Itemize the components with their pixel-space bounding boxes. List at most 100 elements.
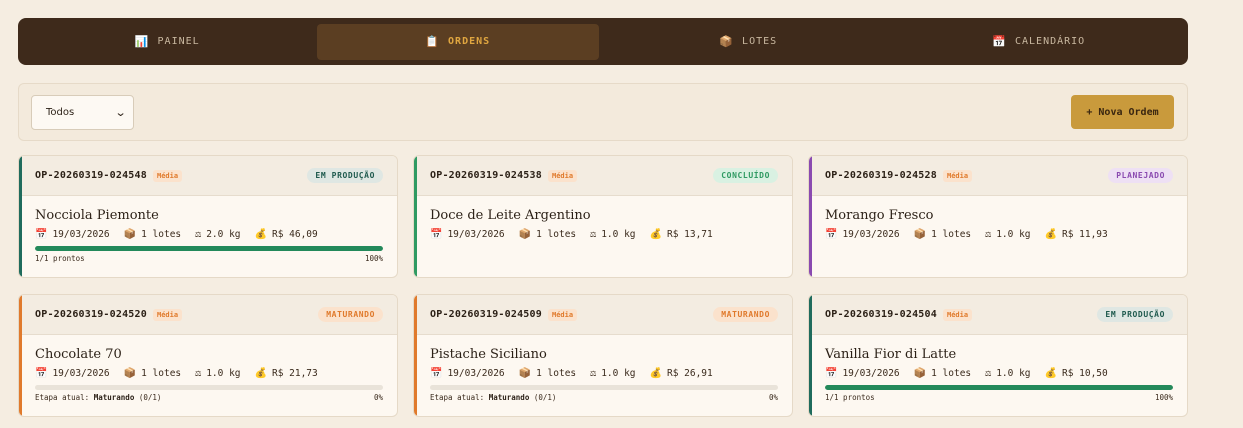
order-cost: R$ 26,91 (666, 368, 713, 379)
order-id: OP-20260319-024520 (35, 309, 147, 320)
flavor-name: Vanilla Fior di Latte (825, 347, 957, 362)
tab-label: CALENDÁRIO (1014, 36, 1086, 47)
calendar-icon: 📅 (825, 368, 838, 379)
order-meta: 📅 19/03/2026 📦 1 lotes ⚖ 1.0 kg 💰 R$ 10,50 (825, 368, 1173, 379)
order-lots: 1 lotes (141, 368, 182, 379)
progress-bar (430, 385, 778, 390)
status-badge: EM PRODUÇÃO (307, 168, 383, 183)
progress-info: Etapa atual: Maturando (0/1) 0% (35, 393, 383, 402)
order-card[interactable]: OP-20260319-024509 Média MATURANDO Pista… (413, 294, 793, 417)
tab-label: LOTES (742, 36, 778, 47)
tab-label: PAINEL (157, 36, 200, 47)
flavor-name: Doce de Leite Argentino (430, 208, 591, 223)
flavor-name: Morango Fresco (825, 208, 934, 223)
order-id: OP-20260319-024509 (430, 309, 542, 320)
scale-icon: ⚖ (985, 368, 992, 379)
order-card[interactable]: OP-20260319-024520 Média MATURANDO Choco… (18, 294, 398, 417)
progress-bar (825, 385, 1173, 390)
new-order-button[interactable]: + Nova Ordem (1071, 95, 1174, 129)
box-icon: 📦 (518, 229, 532, 240)
order-weight: 1.0 kg (601, 368, 636, 379)
order-card-header: OP-20260319-024509 Média MATURANDO (414, 295, 792, 335)
flavor-name: Pistache Siciliano (430, 347, 547, 362)
order-id: OP-20260319-024528 (825, 170, 937, 181)
progress-fill (35, 246, 383, 251)
order-date: 19/03/2026 (52, 368, 110, 379)
order-lots: 1 lotes (536, 229, 577, 240)
scale-icon: ⚖ (195, 229, 202, 240)
order-card-body: Nocciola Piemonte 📅 19/03/2026 📦 1 lotes ⚖… (19, 196, 397, 263)
order-card[interactable]: OP-20260319-024538 Média CONCLUÍDO Doce … (413, 155, 793, 278)
priority-badge: Média (152, 169, 183, 182)
order-lots: 1 lotes (141, 229, 182, 240)
progress-ready-text: 1/1 prontos (825, 393, 875, 402)
progress-stage-text: Etapa atual: Maturando (0/1) (35, 393, 162, 402)
order-date: 19/03/2026 (842, 229, 900, 240)
status-badge: EM PRODUÇÃO (1097, 307, 1173, 322)
order-card-header: OP-20260319-024504 Média EM PRODUÇÃO (809, 295, 1187, 335)
progress-ready-text: 1/1 prontos (35, 254, 85, 263)
money-bag-icon: 💰 (1044, 229, 1057, 240)
main-nav: 📊 PAINEL 📋 ORDENS 📦 LOTES 📅 CALENDÁRIO (18, 18, 1188, 65)
flavor-name: Nocciola Piemonte (35, 208, 159, 223)
box-icon: 📦 (518, 368, 532, 379)
order-cost: R$ 11,93 (1061, 229, 1108, 240)
order-card[interactable]: OP-20260319-024504 Média EM PRODUÇÃO Van… (808, 294, 1188, 417)
progress-fill (825, 385, 1173, 390)
progress-bar (35, 246, 383, 251)
order-card[interactable]: OP-20260319-024528 Média PLANEJADO Moran… (808, 155, 1188, 278)
tab-ordens[interactable]: 📋 ORDENS (316, 23, 599, 60)
progress-percent: 0% (768, 393, 778, 402)
order-cost: R$ 13,71 (666, 229, 713, 240)
box-icon: 📦 (913, 368, 927, 379)
calendar-icon: 📅 (825, 229, 838, 240)
money-bag-icon: 💰 (1044, 368, 1057, 379)
order-lots: 1 lotes (536, 368, 577, 379)
order-id: OP-20260319-024504 (825, 309, 937, 320)
order-card-header: OP-20260319-024520 Média MATURANDO (19, 295, 397, 335)
money-bag-icon: 💰 (254, 229, 267, 240)
order-id: OP-20260319-024548 (35, 170, 147, 181)
progress-percent: 0% (373, 393, 383, 402)
order-cost: R$ 10,50 (1061, 368, 1108, 379)
status-filter-select[interactable]: Todos ⌄ (31, 95, 134, 130)
status-badge: MATURANDO (318, 307, 383, 322)
tab-calendario[interactable]: 📅 CALENDÁRIO (898, 24, 1181, 60)
order-card-body: Doce de Leite Argentino 📅 19/03/2026 📦 1 l… (414, 196, 792, 240)
order-date: 19/03/2026 (842, 368, 900, 379)
order-meta: 📅 19/03/2026 📦 1 lotes ⚖ 1.0 kg 💰 R$ 21,73 (35, 368, 383, 379)
priority-badge: Média (942, 169, 973, 182)
order-id: OP-20260319-024538 (430, 170, 542, 181)
order-card-header: OP-20260319-024538 Média CONCLUÍDO (414, 156, 792, 196)
progress-info: Etapa atual: Maturando (0/1) 0% (430, 393, 778, 402)
order-card-body: Vanilla Fior di Latte 📅 19/03/2026 📦 1 lot… (809, 335, 1187, 402)
order-weight: 1.0 kg (206, 368, 241, 379)
order-lots: 1 lotes (931, 229, 972, 240)
tab-painel[interactable]: 📊 PAINEL (26, 24, 309, 60)
priority-badge: Média (942, 308, 973, 321)
progress-info: 1/1 prontos 100% (825, 393, 1173, 402)
money-bag-icon: 💰 (254, 368, 267, 379)
order-weight: 1.0 kg (996, 229, 1031, 240)
box-icon: 📦 (913, 229, 927, 240)
order-card[interactable]: OP-20260319-024548 Média EM PRODUÇÃO Noc… (18, 155, 398, 278)
box-icon: 📦 (123, 229, 137, 240)
priority-badge: Média (547, 308, 578, 321)
box-icon: 📦 (123, 368, 137, 379)
calendar-icon: 📅 (35, 229, 48, 240)
order-weight: 1.0 kg (996, 368, 1031, 379)
order-card-header: OP-20260319-024548 Média EM PRODUÇÃO (19, 156, 397, 196)
order-cost: R$ 46,09 (271, 229, 318, 240)
progress-bar (35, 385, 383, 390)
filter-bar: Todos ⌄ + Nova Ordem (18, 83, 1188, 141)
priority-badge: Média (547, 169, 578, 182)
tab-lotes[interactable]: 📦 LOTES (607, 24, 890, 60)
scale-icon: ⚖ (590, 368, 597, 379)
progress-stage-text: Etapa atual: Maturando (0/1) (430, 393, 557, 402)
status-badge: CONCLUÍDO (713, 168, 778, 183)
order-meta: 📅 19/03/2026 📦 1 lotes ⚖ 1.0 kg 💰 R$ 26,91 (430, 368, 778, 379)
order-card-header: OP-20260319-024528 Média PLANEJADO (809, 156, 1187, 196)
calendar-icon: 📅 (430, 229, 443, 240)
progress-info: 1/1 prontos 100% (35, 254, 383, 263)
status-badge: PLANEJADO (1108, 168, 1173, 183)
